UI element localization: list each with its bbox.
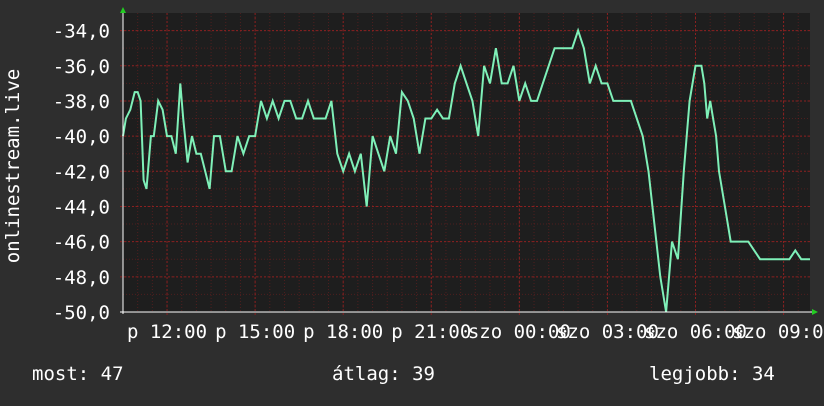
y-axis-label: onlinestream.live: [2, 69, 24, 263]
y-tick-label: -34,0: [53, 21, 110, 43]
x-tick-label: szo 09:00: [732, 321, 824, 343]
y-tick-label: -46,0: [53, 232, 110, 254]
line-chart: -34,0 -36,0 -38,0 -40,0 -42,0 -44,0 -46,0 -48,0…: [2, 7, 824, 343]
y-tick-label: -38,0: [53, 91, 110, 113]
best-value: legjobb: 34: [649, 363, 775, 385]
y-tick-label: -50,0: [53, 302, 110, 324]
y-tick-label: -40,0: [53, 126, 110, 148]
chart-frame: -34,0 -36,0 -38,0 -40,0 -42,0 -44,0 -46,0 -48,0…: [0, 0, 824, 402]
x-tick-label: p 18:00: [303, 321, 383, 343]
x-tick-label: p 12:00: [127, 321, 207, 343]
y-tick-label: -42,0: [53, 161, 110, 183]
current-value: most: 47: [32, 363, 124, 385]
x-tick-label: p 15:00: [215, 321, 295, 343]
y-tick-label: -48,0: [53, 267, 110, 289]
x-tick-labels: p 12:00 p 15:00 p 18:00 p 21:00szo 00:00szo…: [127, 321, 824, 343]
y-tick-label: -44,0: [53, 196, 110, 218]
x-axis-arrow-icon: [812, 309, 818, 315]
average-value: átlag: 39: [332, 363, 435, 385]
plot-area: [123, 13, 810, 312]
y-tick-label: -36,0: [53, 56, 110, 78]
y-tick-labels: -34,0 -36,0 -38,0 -40,0 -42,0 -44,0 -46,0 -48,0…: [53, 21, 110, 324]
x-tick-label: p 21:00: [391, 321, 471, 343]
y-axis-arrow-icon: [120, 7, 126, 13]
